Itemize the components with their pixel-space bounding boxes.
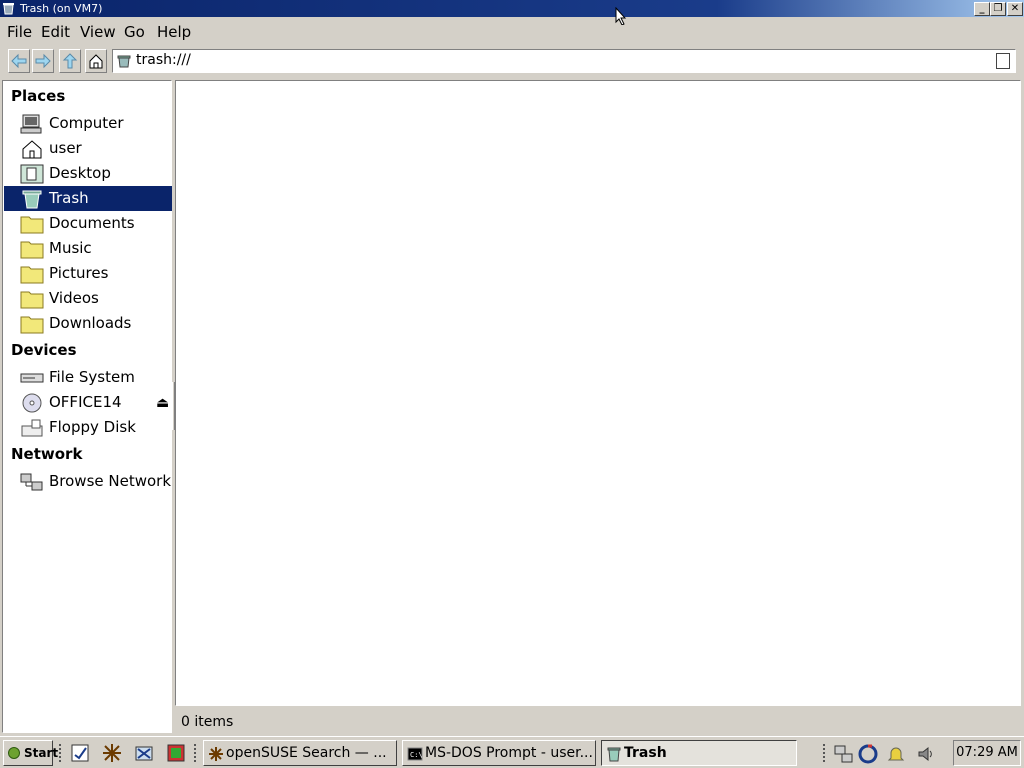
menu-file[interactable]: File [7, 23, 32, 41]
maximize-button[interactable]: ❐ [990, 2, 1006, 16]
sidebar-item-videos[interactable]: Videos [4, 286, 172, 311]
svg-text:C:\: C:\ [410, 751, 423, 759]
volume-icon[interactable] [916, 744, 936, 764]
devices-heading: Devices [11, 341, 77, 359]
network-status-icon[interactable] [834, 744, 854, 764]
back-arrow-icon [11, 53, 27, 69]
task-ms-dos-prompt[interactable]: C:\ MS-DOS Prompt - user... [402, 740, 596, 766]
mouse-cursor-icon [615, 7, 627, 25]
taskbar-grip[interactable] [194, 744, 197, 762]
monitor-icon[interactable] [166, 743, 186, 763]
folder-icon [20, 316, 44, 334]
taskbar-grip[interactable] [59, 744, 62, 762]
folder-icon [20, 241, 44, 259]
folder-icon [20, 216, 44, 234]
sidebar-item-desktop[interactable]: Desktop [4, 161, 172, 186]
sidebar-item-computer[interactable]: Computer [4, 111, 172, 136]
floppy-icon [21, 419, 43, 437]
back-button[interactable] [8, 49, 30, 73]
places-heading: Places [11, 87, 66, 105]
trash-icon [22, 190, 42, 209]
sidebar-item-office14[interactable]: OFFICE14 ⏏ [4, 390, 172, 415]
home-button[interactable] [85, 49, 107, 73]
forward-arrow-icon [35, 53, 51, 69]
sidebar-item-documents[interactable]: Documents [4, 211, 172, 236]
up-button[interactable] [59, 49, 81, 73]
notes-icon[interactable] [70, 743, 90, 763]
location-path[interactable]: trash:/// [136, 52, 191, 68]
terminal-icon: C:\ [407, 747, 423, 761]
menu-help[interactable]: Help [157, 23, 191, 41]
notification-bell-icon[interactable] [886, 744, 906, 764]
folder-icon [20, 291, 44, 309]
status-bar: 0 items [175, 709, 1021, 733]
close-button[interactable]: ✕ [1007, 2, 1023, 16]
network-heading: Network [11, 445, 83, 463]
taskbar: Start openSUSE Search — ... C:\ MS-DOS P… [0, 736, 1024, 768]
sidebar-item-music[interactable]: Music [4, 236, 172, 261]
file-view[interactable] [175, 80, 1021, 706]
home-icon [22, 140, 42, 159]
drive-icon [20, 373, 44, 383]
toolbar: trash:/// [0, 46, 1024, 76]
computer-icon [20, 114, 42, 134]
settings-icon[interactable] [134, 743, 154, 763]
clock[interactable]: 07:29 AM [953, 740, 1021, 766]
menu-go[interactable]: Go [124, 23, 145, 41]
sidebar-item-user[interactable]: user [4, 136, 172, 161]
menu-view[interactable]: View [80, 23, 116, 41]
desktop-icon [20, 164, 44, 184]
eject-icon[interactable]: ⏏ [156, 395, 169, 411]
window-titlebar[interactable]: Trash (on VM7) _ ❐ ✕ [0, 0, 1024, 17]
menu-edit[interactable]: Edit [41, 23, 70, 41]
item-count: 0 items [181, 714, 234, 730]
window-title: Trash (on VM7) [20, 2, 103, 15]
sidebar-item-trash[interactable]: Trash [4, 186, 172, 211]
search-app-icon [209, 747, 223, 761]
sidebar-item-browse-network[interactable]: Browse Network [4, 469, 172, 494]
sidebar-item-file-system[interactable]: File System [4, 365, 172, 390]
trash-icon [3, 3, 14, 15]
start-button[interactable]: Start [3, 740, 58, 766]
update-icon[interactable] [858, 744, 878, 764]
network-icon [20, 473, 43, 491]
menu-bar: File Edit View Go Help [0, 19, 1024, 44]
forward-button[interactable] [32, 49, 54, 73]
start-logo-icon [8, 747, 20, 759]
cdrom-icon [22, 393, 42, 413]
minimize-button[interactable]: _ [974, 2, 990, 16]
reload-icon[interactable] [996, 53, 1010, 69]
up-arrow-icon [62, 53, 78, 69]
trash-icon [607, 747, 621, 762]
task-trash[interactable]: Trash [601, 740, 797, 766]
taskbar-grip[interactable] [823, 744, 826, 762]
trash-icon [117, 55, 131, 68]
home-icon [89, 54, 103, 69]
sidebar-item-downloads[interactable]: Downloads [4, 311, 172, 336]
folder-icon [20, 266, 44, 284]
task-opensuse-search[interactable]: openSUSE Search — ... [203, 740, 397, 766]
sidebar-item-pictures[interactable]: Pictures [4, 261, 172, 286]
sidebar-item-floppy-disk[interactable]: Floppy Disk [4, 415, 172, 440]
app-launcher-icon[interactable] [102, 743, 122, 763]
location-bar[interactable]: trash:/// [112, 49, 1016, 73]
sidebar: Places Computer user Desktop Trash Docum… [2, 80, 172, 733]
